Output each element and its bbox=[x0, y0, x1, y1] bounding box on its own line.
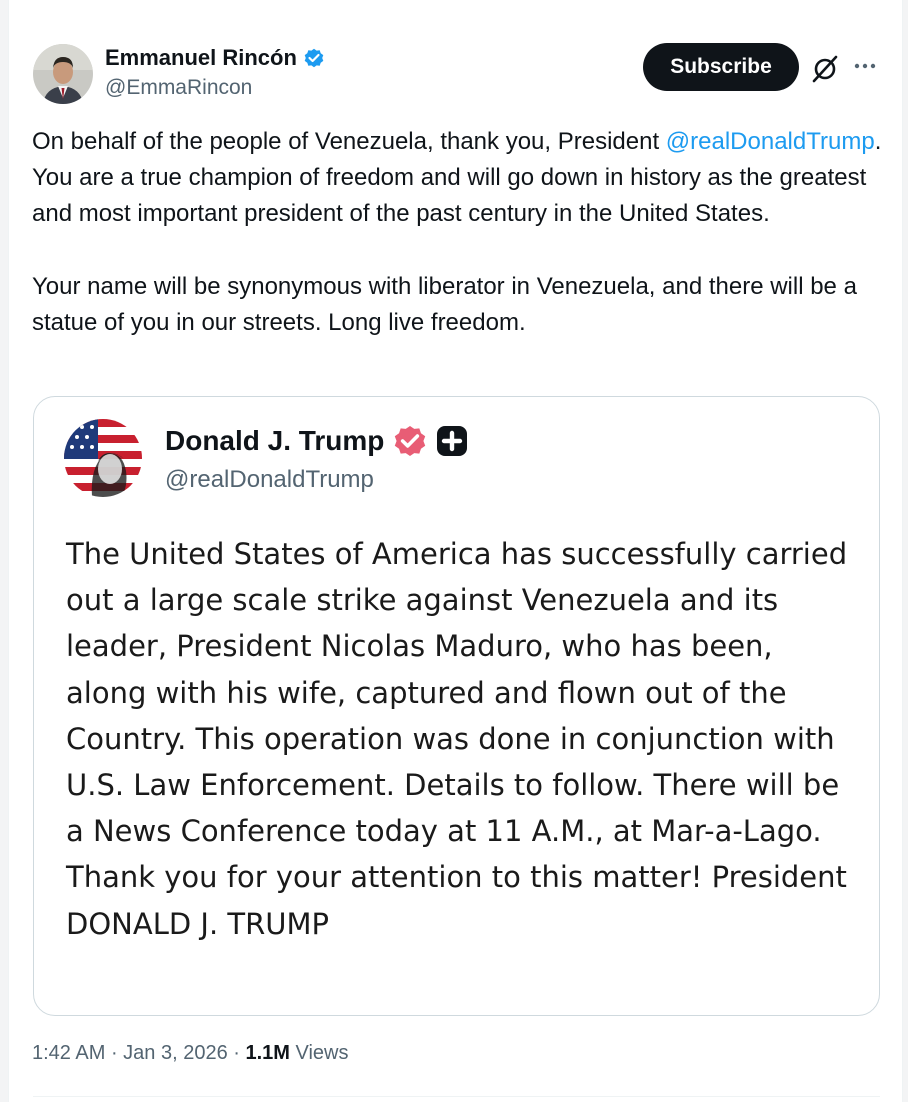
author-name[interactable]: Emmanuel Rincón bbox=[105, 44, 297, 72]
mention-link[interactable]: @realDonaldTrump bbox=[666, 128, 875, 155]
tweet-text: On behalf of the people of Venezuela, th… bbox=[32, 124, 892, 341]
tweet-text-part: On behalf of the people of Venezuela, th… bbox=[32, 128, 666, 155]
tweet-paragraph-2: Your name will be synonymous with libera… bbox=[32, 272, 857, 336]
author-handle[interactable]: @EmmaRincon bbox=[105, 75, 252, 101]
more-icon[interactable] bbox=[851, 52, 879, 80]
divider bbox=[33, 1096, 880, 1097]
quoted-avatar[interactable] bbox=[64, 419, 142, 497]
quoted-name-row[interactable]: Donald J. Trump bbox=[165, 423, 468, 459]
subscribe-button[interactable]: Subscribe bbox=[643, 43, 799, 91]
meta-separator: · bbox=[227, 1042, 246, 1064]
tweet-date[interactable]: Jan 3, 2026 bbox=[123, 1042, 228, 1064]
tweet-paragraph-1: On behalf of the people of Venezuela, th… bbox=[32, 124, 892, 233]
views-label: Views bbox=[289, 1042, 349, 1064]
quoted-author-name[interactable]: Donald J. Trump bbox=[165, 423, 384, 459]
meta-separator: · bbox=[105, 1042, 124, 1064]
verified-badge-icon bbox=[304, 48, 324, 68]
views-count[interactable]: 1.1M bbox=[245, 1042, 289, 1064]
tweet-card: Emmanuel Rincón @EmmaRincon Subscribe On… bbox=[8, 0, 903, 1102]
quoted-post[interactable]: Donald J. Trump @realDonaldTrump The Uni… bbox=[33, 396, 880, 1016]
tweet-time[interactable]: 1:42 AM bbox=[32, 1042, 105, 1064]
quoted-author-handle[interactable]: @realDonaldTrump bbox=[165, 465, 374, 495]
author-avatar[interactable] bbox=[33, 44, 93, 104]
verified-badge-icon bbox=[395, 425, 426, 457]
grok-icon[interactable] bbox=[809, 52, 841, 84]
tweet-meta: 1:42 AM · Jan 3, 2026 · 1.1M Views bbox=[32, 1040, 349, 1066]
plus-badge-icon bbox=[437, 426, 468, 456]
quoted-text: The United States of America has success… bbox=[66, 537, 848, 941]
author-name-row[interactable]: Emmanuel Rincón bbox=[105, 44, 325, 72]
